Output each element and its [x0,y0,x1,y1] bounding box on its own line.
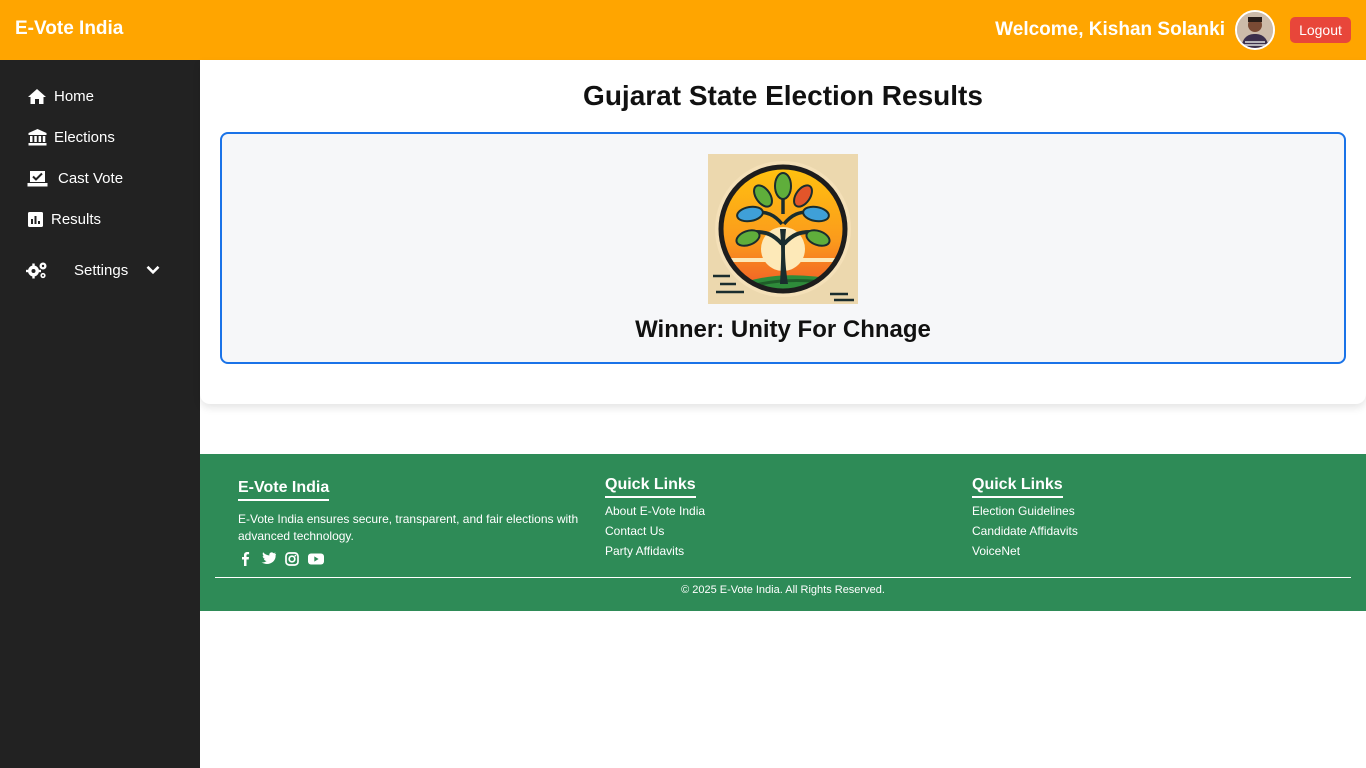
sidebar-item-cast-vote[interactable]: Cast Vote [26,166,123,190]
sidebar-item-label: Home [54,87,95,105]
sidebar: Home Elections Cast Vote Results Setting… [0,60,200,768]
sidebar-item-label: Settings [74,261,129,279]
link-election-guidelines[interactable]: Election Guidelines [972,504,1078,518]
home-icon [26,87,48,105]
chevron-down-icon[interactable] [146,265,160,275]
footer-divider [215,577,1351,578]
link-party-affidavits[interactable]: Party Affidavits [605,544,705,558]
user-avatar[interactable] [1235,10,1275,50]
party-logo [708,154,858,304]
sidebar-item-home[interactable]: Home [26,84,94,108]
welcome-message: Welcome, Kishan Solanki [995,19,1225,40]
footer-about-title: E-Vote India [238,479,330,501]
youtube-icon[interactable] [308,553,324,565]
link-contact[interactable]: Contact Us [605,524,705,538]
facebook-icon[interactable] [238,551,252,566]
gears-icon [26,261,48,279]
page-title: Gujarat State Election Results [583,80,983,111]
sidebar-item-label: Elections [54,128,115,146]
instagram-icon[interactable] [285,551,299,566]
brand-title[interactable]: E-Vote India [15,18,123,40]
footer: E-Vote India E-Vote India ensures secure… [200,454,1366,611]
sidebar-item-label: Cast Vote [58,169,124,187]
winner-text: Winner: Unity For Chnage [635,316,931,343]
logout-button[interactable]: Logout [1290,17,1351,43]
footer-links-title: Quick Links [972,476,1063,498]
link-about[interactable]: About E-Vote India [605,504,705,518]
social-links [238,551,588,566]
sidebar-item-results[interactable]: Results [26,207,101,231]
results-card: Gujarat State Election Results Winner: U… [200,60,1366,404]
copyright-text: © 2025 E-Vote India. All Rights Reserved… [681,584,885,596]
sidebar-item-elections[interactable]: Elections [26,125,115,149]
footer-quick-links-1: Quick Links About E-Vote India Contact U… [605,476,705,558]
footer-quick-links-2: Quick Links Election Guidelines Candidat… [972,476,1078,558]
footer-about-text: E-Vote India ensures secure, transparent… [238,512,579,543]
link-candidate-affidavits[interactable]: Candidate Affidavits [972,524,1078,538]
twitter-icon[interactable] [261,552,276,565]
top-header: E-Vote India Welcome, Kishan Solanki Log… [0,0,1366,60]
link-voicenet[interactable]: VoiceNet [972,544,1078,558]
chart-icon [26,210,44,228]
footer-links-title: Quick Links [605,476,696,498]
vote-icon [26,169,48,187]
sidebar-item-settings[interactable]: Settings [26,258,160,282]
footer-about: E-Vote India E-Vote India ensures secure… [238,479,588,566]
sidebar-item-label: Results [51,210,102,228]
winner-box: Winner: Unity For Chnage [220,132,1346,364]
bank-icon [26,128,48,146]
